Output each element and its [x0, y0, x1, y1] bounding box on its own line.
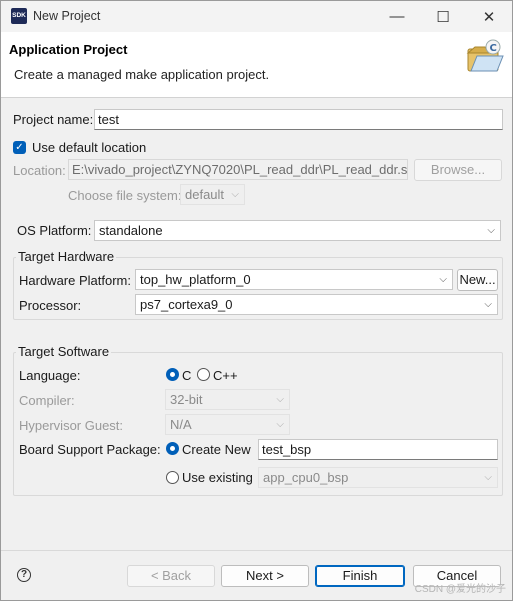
use-default-location-checkbox[interactable]: ✓ — [13, 141, 26, 154]
language-c-label: C — [182, 368, 192, 383]
use-default-location-label: Use default location — [32, 140, 147, 155]
hypervisor-guest-select[interactable]: N/A ⌵ — [165, 414, 290, 435]
os-platform-value: standalone — [99, 223, 163, 238]
wizard-description: Create a managed make application projec… — [14, 67, 270, 82]
hypervisor-guest-label: Hypervisor Guest: — [19, 418, 124, 433]
file-system-value: default — [185, 187, 225, 202]
new-hardware-platform-button[interactable]: New... — [457, 269, 498, 291]
location-field[interactable]: E:\vivado_project\ZYNQ7020\PL_read_ddr\P… — [68, 159, 408, 180]
chevron-down-icon: ⌵ — [276, 419, 284, 430]
compiler-label: Compiler: — [19, 393, 75, 408]
back-button[interactable]: < Back — [127, 565, 215, 587]
create-new-bsp-field[interactable]: test_bsp — [258, 439, 498, 460]
new-project-dialog: SDK New Project — ☐ ✕ Application Projec… — [0, 0, 513, 601]
finish-button[interactable]: Finish — [315, 565, 405, 587]
minimize-button[interactable]: — — [374, 1, 420, 32]
language-cpp-radio[interactable] — [197, 368, 210, 381]
maximize-button[interactable]: ☐ — [420, 1, 466, 32]
chevron-down-icon: ⌵ — [487, 225, 495, 236]
new-project-wizard-icon: C — [466, 39, 504, 72]
compiler-value: 32-bit — [170, 392, 203, 407]
processor-label: Processor: — [19, 298, 82, 313]
project-name-label: Project name: — [13, 112, 94, 127]
target-software-title: Target Software — [16, 344, 112, 359]
close-button[interactable]: ✕ — [466, 1, 512, 32]
language-c-radio[interactable] — [166, 368, 179, 381]
target-hardware-title: Target Hardware — [16, 249, 117, 264]
hardware-platform-value: top_hw_platform_0 — [140, 272, 251, 287]
project-name-field[interactable]: test — [94, 109, 503, 130]
minimize-icon: — — [389, 8, 405, 25]
processor-value: ps7_cortexa9_0 — [140, 297, 233, 312]
sdk-app-icon: SDK — [11, 8, 27, 24]
chevron-down-icon: ⌵ — [231, 189, 239, 200]
use-existing-bsp-value: app_cpu0_bsp — [263, 470, 349, 485]
checkmark-icon: ✓ — [15, 142, 24, 153]
os-platform-label: OS Platform: — [17, 223, 92, 238]
window-title: New Project — [33, 9, 101, 23]
wizard-title: Application Project — [9, 42, 128, 57]
hardware-platform-label: Hardware Platform: — [19, 273, 131, 288]
watermark: CSDN @爱光的沙子 — [414, 584, 506, 595]
use-existing-bsp-radio[interactable] — [166, 471, 179, 484]
wizard-header: Application Project Create a managed mak… — [1, 32, 512, 98]
use-existing-bsp-label: Use existing — [182, 470, 253, 485]
browse-button[interactable]: Browse... — [414, 159, 502, 181]
chevron-down-icon: ⌵ — [276, 394, 284, 405]
create-new-bsp-radio[interactable] — [166, 442, 179, 455]
hardware-platform-select[interactable]: top_hw_platform_0 ⌵ — [135, 269, 453, 290]
chevron-down-icon: ⌵ — [484, 472, 492, 483]
processor-select[interactable]: ps7_cortexa9_0 ⌵ — [135, 294, 498, 315]
bsp-label: Board Support Package: — [19, 442, 161, 457]
help-icon[interactable]: ? — [17, 568, 31, 582]
file-system-select[interactable]: default ⌵ — [180, 184, 245, 205]
os-platform-select[interactable]: standalone ⌵ — [94, 220, 501, 241]
file-system-label: Choose file system: — [68, 188, 182, 203]
compiler-select[interactable]: 32-bit ⌵ — [165, 389, 290, 410]
chevron-down-icon: ⌵ — [484, 299, 492, 310]
use-existing-bsp-select[interactable]: app_cpu0_bsp ⌵ — [258, 467, 498, 488]
footer-separator — [1, 550, 512, 551]
next-button[interactable]: Next > — [221, 565, 309, 587]
hypervisor-guest-value: N/A — [170, 417, 192, 432]
language-label: Language: — [19, 368, 81, 383]
svg-text:C: C — [490, 43, 497, 54]
maximize-icon: ☐ — [436, 8, 450, 26]
location-label: Location: — [13, 163, 66, 178]
create-new-bsp-label: Create New — [182, 442, 251, 457]
language-cpp-label: C++ — [213, 368, 238, 383]
close-icon: ✕ — [482, 8, 496, 26]
title-bar[interactable]: SDK New Project — ☐ ✕ — [1, 1, 512, 32]
chevron-down-icon: ⌵ — [439, 274, 447, 285]
